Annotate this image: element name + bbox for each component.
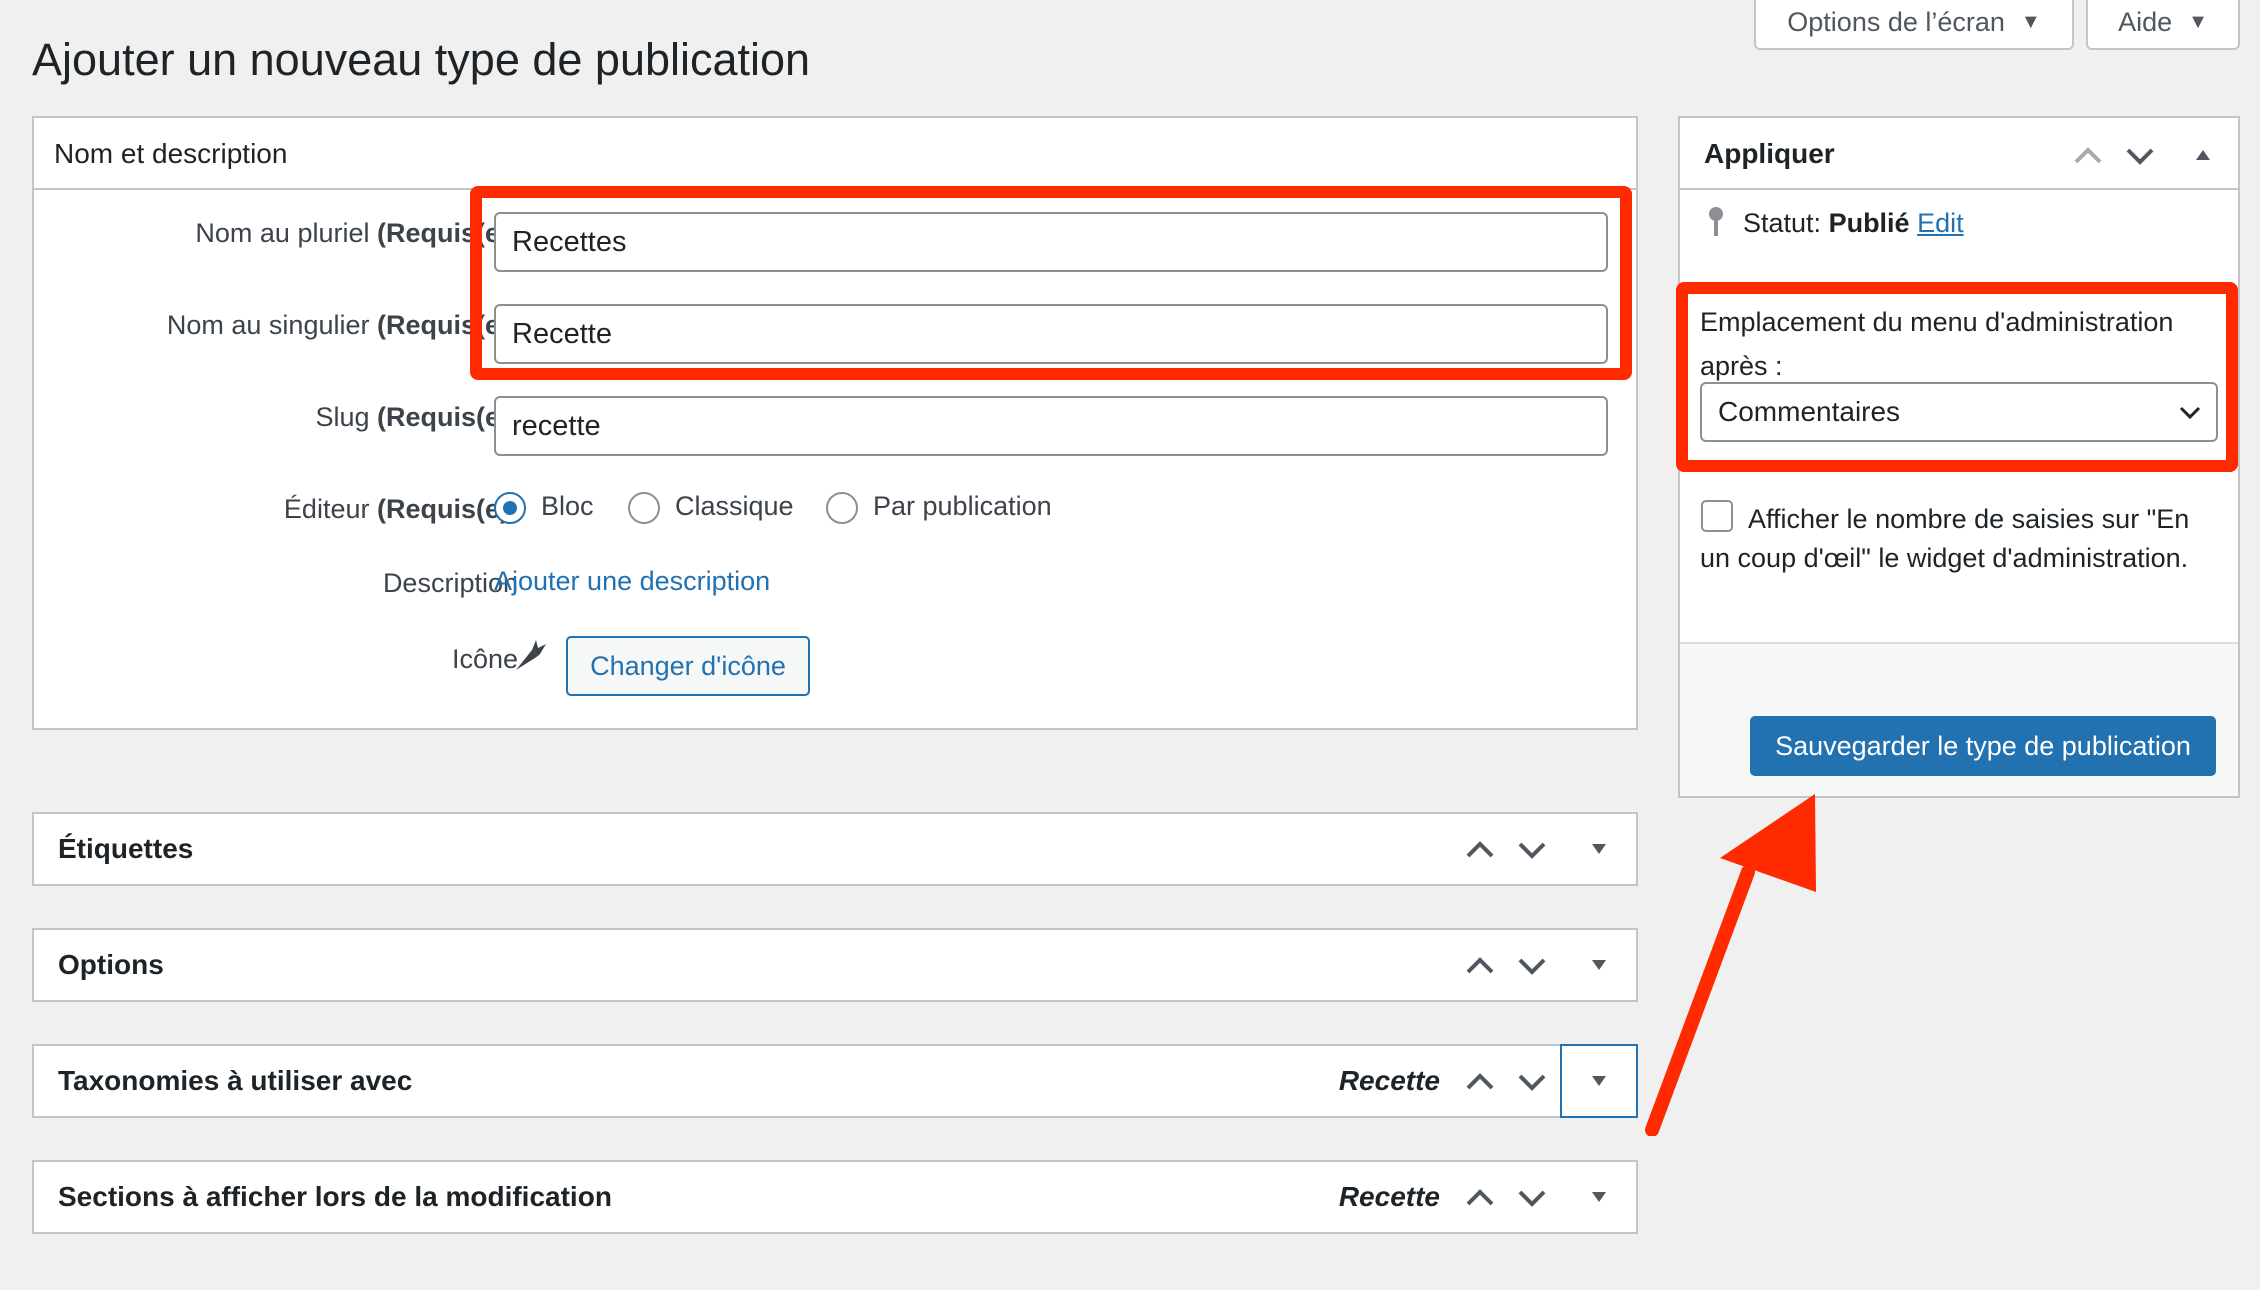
chevron-down-icon[interactable] [1514, 1064, 1550, 1100]
add-description-link[interactable]: Ajouter une description [494, 566, 770, 597]
chevron-down-icon[interactable] [2122, 138, 2158, 174]
description-label: Description [382, 568, 518, 598]
editor-radio-label: Par publication [873, 491, 1052, 521]
chevron-up-icon[interactable] [1462, 1064, 1498, 1100]
triangle-up-icon[interactable] [2194, 148, 2212, 162]
caret-down-icon: ▼ [2188, 10, 2208, 33]
box-title: Nom et description [54, 138, 288, 169]
edit-status-link[interactable]: Edit [1917, 208, 1964, 238]
labels-box: Étiquettes [32, 812, 1638, 886]
page-title: Ajouter un nouveau type de publication [32, 34, 811, 85]
status-label: Statut: [1743, 208, 1822, 238]
status-line: Statut: Publié Edit [1743, 208, 1964, 239]
chevron-up-icon[interactable] [2070, 138, 2106, 174]
options-box: Options [32, 928, 1638, 1002]
chevron-down-icon[interactable] [1514, 1180, 1550, 1216]
help-tab[interactable]: Aide ▼ [2086, 0, 2240, 50]
slug-label: Slug (Requis(e)) [315, 402, 518, 432]
toggle-panel-button[interactable] [1562, 930, 1636, 1000]
box-title: Appliquer [1704, 138, 1835, 169]
editor-label: Éditeur (Requis(e)) [283, 494, 518, 524]
taxonomies-box: Taxonomies à utiliser avec Recette [32, 1044, 1638, 1118]
box-title: Options [58, 949, 164, 980]
chevron-down-icon[interactable] [1514, 832, 1550, 868]
annotation-arrow [1645, 794, 1816, 1136]
status-value: Publié [1828, 208, 1910, 238]
chevron-down-icon[interactable] [1514, 948, 1550, 984]
toggle-panel-button[interactable] [1562, 1162, 1636, 1232]
icon-label: Icône [451, 644, 518, 674]
box-title: Sections à afficher lors de la modificat… [58, 1181, 612, 1212]
toggle-panel-button[interactable] [1562, 814, 1636, 884]
slug-input[interactable] [494, 396, 1608, 456]
pin-icon [1709, 207, 1723, 236]
toggle-panel-button[interactable] [1560, 1044, 1638, 1118]
box-title: Taxonomies à utiliser avec [58, 1065, 413, 1096]
triangle-down-icon [1592, 1192, 1606, 1202]
box-title-suffix: Recette [1338, 1181, 1440, 1212]
editor-radio-label: Classique [675, 491, 794, 521]
editor-radio-label: Bloc [541, 491, 594, 521]
caret-down-icon: ▼ [2020, 10, 2041, 33]
editor-radio-bloc[interactable] [494, 492, 526, 524]
chevron-up-icon[interactable] [1462, 832, 1498, 868]
editor-radio-classique[interactable] [628, 492, 660, 524]
triangle-down-icon [1592, 1076, 1606, 1086]
screen-options-label: Options de l’écran [1787, 6, 2005, 37]
highlight-box-names [470, 186, 1632, 380]
box-title-suffix: Recette [1338, 1065, 1440, 1096]
chevron-up-icon[interactable] [1462, 948, 1498, 984]
save-post-type-button[interactable]: Sauvegarder le type de publication [1750, 716, 2216, 776]
editor-radio-par-publication[interactable] [826, 492, 858, 524]
box-header: Nom et description [34, 118, 1636, 190]
singular-name-label: Nom au singulier (Requis(e)) [166, 310, 518, 340]
chevron-up-icon[interactable] [1462, 1180, 1498, 1216]
triangle-down-icon [1592, 960, 1606, 970]
edit-sections-box: Sections à afficher lors de la modificat… [32, 1160, 1638, 1234]
change-icon-button[interactable]: Changer d'icône [566, 636, 810, 696]
box-title: Étiquettes [58, 833, 194, 864]
carrot-icon [516, 640, 546, 670]
box-header: Appliquer [1680, 118, 2238, 190]
help-label: Aide [2118, 6, 2173, 37]
triangle-down-icon [1592, 844, 1606, 854]
glance-checkbox-label: Afficher le nombre de saisies sur "En un… [1700, 504, 2190, 573]
screen-options-tab[interactable]: Options de l’écran ▼ [1754, 0, 2074, 50]
highlight-box-menu-position [1676, 282, 2238, 472]
plural-name-label: Nom au pluriel (Requis(e)) [195, 218, 518, 248]
